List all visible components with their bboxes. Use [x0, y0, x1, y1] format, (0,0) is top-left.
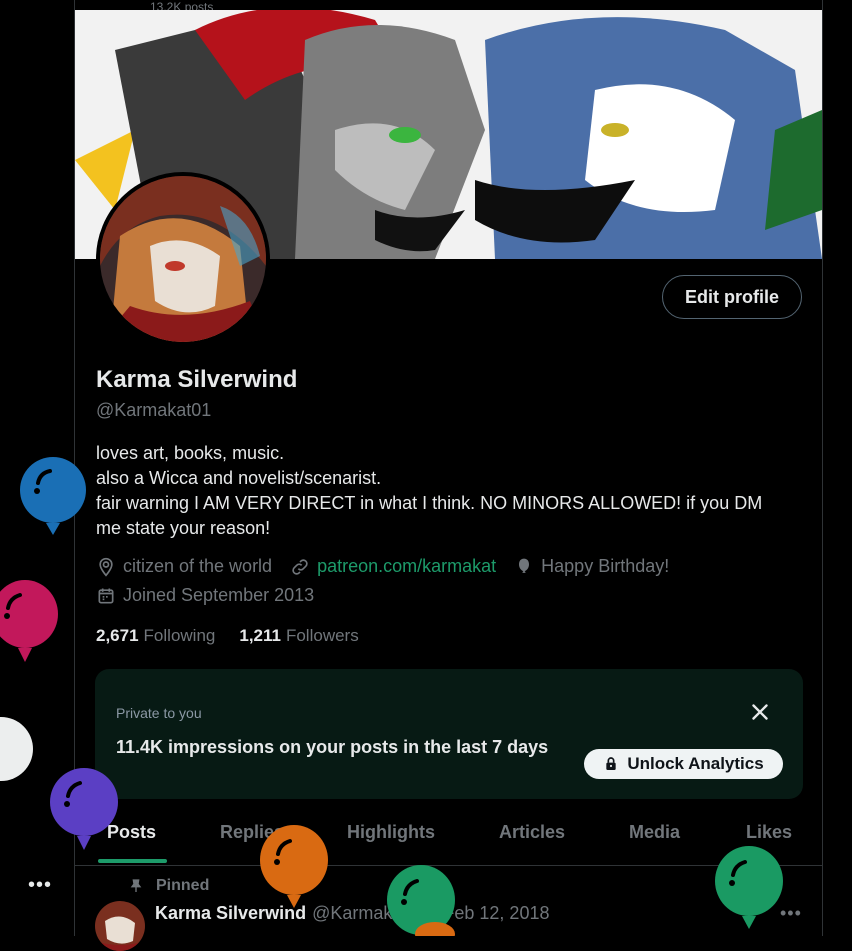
- post-header: Karma Silverwind @Karmakat01 · Feb 12, 2…: [155, 903, 549, 924]
- post-date[interactable]: Feb 12, 2018: [443, 903, 549, 924]
- birthday-text: Happy Birthday!: [541, 556, 670, 576]
- edit-profile-button[interactable]: Edit profile: [662, 275, 802, 319]
- location-item: citizen of the world: [96, 556, 272, 577]
- bio-line: also a Wicca and novelist/scenarist.: [96, 468, 382, 488]
- pin-icon: [130, 879, 142, 892]
- joined-item: Joined September 2013: [96, 585, 314, 606]
- unlock-label: Unlock Analytics: [627, 754, 764, 773]
- close-icon[interactable]: [747, 699, 773, 725]
- balloon-decoration: [20, 457, 86, 535]
- follow-stats: 2,671 Following 1,211 Followers: [96, 626, 383, 646]
- link-icon: [292, 558, 308, 575]
- balloon-decoration: [0, 580, 58, 662]
- balloon-decoration: [715, 846, 783, 929]
- analytics-card: Private to you 11.4K impressions on your…: [95, 669, 803, 799]
- pinned-indicator: Pinned: [128, 877, 209, 895]
- tab-likes[interactable]: Likes: [746, 822, 792, 843]
- post-author-avatar[interactable]: [95, 901, 145, 951]
- bio-line: me state your reason!: [96, 518, 271, 538]
- following-link[interactable]: 2,671 Following: [96, 626, 215, 646]
- tab-highlights[interactable]: Highlights: [347, 822, 435, 843]
- birthday-item: Happy Birthday!: [514, 556, 669, 577]
- profile-tabs: Posts Replies Highlights Articles Media …: [75, 808, 822, 866]
- location-text: citizen of the world: [123, 556, 273, 576]
- post-avatar-image: [95, 901, 145, 951]
- website-item[interactable]: patreon.com/karmakat: [290, 556, 496, 577]
- tab-articles[interactable]: Articles: [499, 822, 565, 843]
- following-label: Following: [143, 626, 216, 645]
- balloon-decoration: [50, 768, 118, 850]
- balloon-decoration: [0, 717, 33, 781]
- unlock-analytics-button[interactable]: Unlock Analytics: [584, 749, 783, 779]
- followers-link[interactable]: 1,211 Followers: [239, 626, 358, 646]
- bio-line: loves art, books, music.: [96, 443, 285, 463]
- website-link[interactable]: patreon.com/karmakat: [317, 556, 496, 577]
- lock-icon: [606, 757, 616, 770]
- profile-name: Karma Silverwind: [96, 366, 298, 393]
- sidebar-more-icon[interactable]: •••: [28, 874, 52, 897]
- followers-label: Followers: [285, 626, 359, 645]
- bio-line: fair warning I AM VERY DIRECT in what I …: [96, 493, 763, 513]
- balloon-icon: [519, 558, 530, 573]
- impressions-text: 11.4K impressions on your posts in the l…: [116, 737, 549, 757]
- calendar-icon: [98, 588, 114, 603]
- location-icon: [99, 557, 113, 577]
- active-tab-indicator: [98, 859, 167, 863]
- following-count: 2,671: [96, 626, 139, 645]
- profile-meta-row: citizen of the world patreon.com/karmaka…: [96, 556, 687, 577]
- pinned-label: Pinned: [156, 877, 210, 894]
- profile-avatar[interactable]: [96, 172, 270, 346]
- private-label: Private to you: [116, 705, 202, 721]
- profile-handle: @Karmakat01: [96, 400, 212, 420]
- tab-media[interactable]: Media: [629, 822, 680, 843]
- profile-joined-row: Joined September 2013: [96, 585, 332, 606]
- balloon-decoration: [387, 865, 455, 936]
- followers-count: 1,211: [239, 626, 281, 645]
- joined-text: Joined September 2013: [123, 585, 315, 605]
- profile-bio: loves art, books, music. also a Wicca an…: [96, 441, 796, 541]
- balloon-decoration: [260, 825, 328, 908]
- avatar-image: [100, 176, 266, 342]
